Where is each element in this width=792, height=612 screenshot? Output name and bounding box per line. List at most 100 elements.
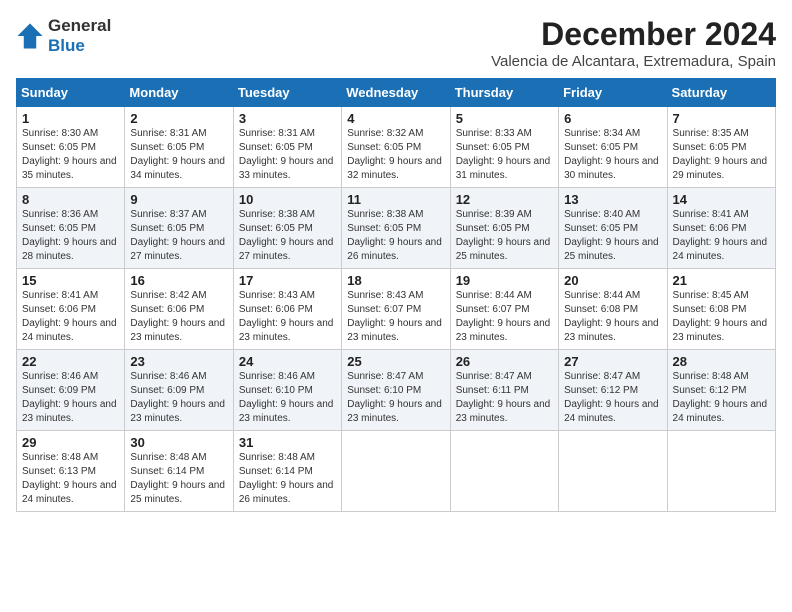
day-number: 5 <box>456 111 553 126</box>
day-info: Sunrise: 8:48 AMSunset: 6:13 PMDaylight:… <box>22 452 117 505</box>
day-number: 2 <box>130 111 227 126</box>
day-number: 18 <box>347 273 444 288</box>
day-info: Sunrise: 8:38 AMSunset: 6:05 PMDaylight:… <box>239 209 334 262</box>
day-number: 3 <box>239 111 336 126</box>
week-row-1: 1 Sunrise: 8:30 AMSunset: 6:05 PMDaylight… <box>17 107 776 188</box>
day-cell-17: 17 Sunrise: 8:43 AMSunset: 6:06 PMDayligh… <box>233 269 341 350</box>
header-saturday: Saturday <box>667 79 775 107</box>
day-info: Sunrise: 8:48 AMSunset: 6:14 PMDaylight:… <box>130 452 225 505</box>
day-cell-12: 12 Sunrise: 8:39 AMSunset: 6:05 PMDayligh… <box>450 188 558 269</box>
day-cell-9: 9 Sunrise: 8:37 AMSunset: 6:05 PMDaylight… <box>125 188 233 269</box>
day-cell-24: 24 Sunrise: 8:46 AMSunset: 6:10 PMDayligh… <box>233 350 341 431</box>
day-number: 1 <box>22 111 119 126</box>
empty-cell <box>667 431 775 512</box>
day-info: Sunrise: 8:34 AMSunset: 6:05 PMDaylight:… <box>564 128 659 181</box>
logo: General Blue <box>16 16 111 55</box>
day-cell-21: 21 Sunrise: 8:45 AMSunset: 6:08 PMDayligh… <box>667 269 775 350</box>
day-cell-7: 7Sunrise: 8:35 AMSunset: 6:05 PMDaylight… <box>667 107 775 188</box>
day-cell-15: 15Sunrise: 8:41 AMSunset: 6:06 PMDayligh… <box>17 269 125 350</box>
day-info: Sunrise: 8:39 AMSunset: 6:05 PMDaylight:… <box>456 209 551 262</box>
week-row-5: 29 Sunrise: 8:48 AMSunset: 6:13 PMDayligh… <box>17 431 776 512</box>
calendar-table: Sunday Monday Tuesday Wednesday Thursday… <box>16 78 776 512</box>
day-info: Sunrise: 8:42 AMSunset: 6:06 PMDaylight:… <box>130 290 225 343</box>
day-number: 9 <box>130 192 227 207</box>
weekday-header-row: Sunday Monday Tuesday Wednesday Thursday… <box>17 79 776 107</box>
day-cell-29: 29 Sunrise: 8:48 AMSunset: 6:13 PMDayligh… <box>17 431 125 512</box>
day-number: 10 <box>239 192 336 207</box>
empty-cell <box>342 431 450 512</box>
day-info: Sunrise: 8:37 AMSunset: 6:05 PMDaylight:… <box>130 209 225 262</box>
day-cell-20: 20Sunrise: 8:44 AMSunset: 6:08 PMDayligh… <box>559 269 667 350</box>
day-number: 21 <box>673 273 770 288</box>
day-number: 29 <box>22 435 119 450</box>
day-cell-23: 23 Sunrise: 8:46 AMSunset: 6:09 PMDayligh… <box>125 350 233 431</box>
day-number: 24 <box>239 354 336 369</box>
day-number: 13 <box>564 192 661 207</box>
day-info: Sunrise: 8:46 AMSunset: 6:09 PMDaylight:… <box>22 371 117 424</box>
header-wednesday: Wednesday <box>342 79 450 107</box>
day-number: 27 <box>564 354 661 369</box>
day-info: Sunrise: 8:43 AMSunset: 6:07 PMDaylight:… <box>347 290 442 343</box>
day-cell-3: 3 Sunrise: 8:31 AMSunset: 6:05 PMDaylight… <box>233 107 341 188</box>
day-info: Sunrise: 8:41 AMSunset: 6:06 PMDaylight:… <box>673 209 768 262</box>
day-cell-5: 5 Sunrise: 8:33 AMSunset: 6:05 PMDaylight… <box>450 107 558 188</box>
day-info: Sunrise: 8:46 AMSunset: 6:10 PMDaylight:… <box>239 371 334 424</box>
day-number: 14 <box>673 192 770 207</box>
day-info: Sunrise: 8:30 AMSunset: 6:05 PMDaylight:… <box>22 128 117 181</box>
day-cell-16: 16Sunrise: 8:42 AMSunset: 6:06 PMDayligh… <box>125 269 233 350</box>
empty-cell <box>450 431 558 512</box>
day-info: Sunrise: 8:38 AMSunset: 6:05 PMDaylight:… <box>347 209 442 262</box>
day-cell-11: 11 Sunrise: 8:38 AMSunset: 6:05 PMDayligh… <box>342 188 450 269</box>
day-number: 8 <box>22 192 119 207</box>
header-tuesday: Tuesday <box>233 79 341 107</box>
day-info: Sunrise: 8:47 AMSunset: 6:11 PMDaylight:… <box>456 371 551 424</box>
day-info: Sunrise: 8:45 AMSunset: 6:08 PMDaylight:… <box>673 290 768 343</box>
day-cell-14: 14 Sunrise: 8:41 AMSunset: 6:06 PMDayligh… <box>667 188 775 269</box>
day-cell-18: 18 Sunrise: 8:43 AMSunset: 6:07 PMDayligh… <box>342 269 450 350</box>
day-info: Sunrise: 8:33 AMSunset: 6:05 PMDaylight:… <box>456 128 551 181</box>
day-info: Sunrise: 8:47 AMSunset: 6:12 PMDaylight:… <box>564 371 659 424</box>
day-info: Sunrise: 8:48 AMSunset: 6:12 PMDaylight:… <box>673 371 768 424</box>
day-info: Sunrise: 8:32 AMSunset: 6:05 PMDaylight:… <box>347 128 442 181</box>
logo-icon <box>16 22 44 50</box>
day-number: 17 <box>239 273 336 288</box>
day-number: 4 <box>347 111 444 126</box>
day-cell-19: 19 Sunrise: 8:44 AMSunset: 6:07 PMDayligh… <box>450 269 558 350</box>
day-number: 22 <box>22 354 119 369</box>
title-area: December 2024 Valencia de Alcantara, Ext… <box>491 16 776 70</box>
day-cell-1: 1 Sunrise: 8:30 AMSunset: 6:05 PMDaylight… <box>17 107 125 188</box>
day-cell-10: 10 Sunrise: 8:38 AMSunset: 6:05 PMDayligh… <box>233 188 341 269</box>
day-info: Sunrise: 8:46 AMSunset: 6:09 PMDaylight:… <box>130 371 225 424</box>
day-info: Sunrise: 8:47 AMSunset: 6:10 PMDaylight:… <box>347 371 442 424</box>
day-info: Sunrise: 8:43 AMSunset: 6:06 PMDaylight:… <box>239 290 334 343</box>
day-number: 25 <box>347 354 444 369</box>
day-number: 19 <box>456 273 553 288</box>
day-number: 11 <box>347 192 444 207</box>
header-monday: Monday <box>125 79 233 107</box>
day-cell-25: 25 Sunrise: 8:47 AMSunset: 6:10 PMDayligh… <box>342 350 450 431</box>
week-row-3: 15Sunrise: 8:41 AMSunset: 6:06 PMDayligh… <box>17 269 776 350</box>
day-number: 7 <box>673 111 770 126</box>
week-row-4: 22 Sunrise: 8:46 AMSunset: 6:09 PMDayligh… <box>17 350 776 431</box>
day-info: Sunrise: 8:48 AMSunset: 6:14 PMDaylight:… <box>239 452 334 505</box>
day-cell-30: 30 Sunrise: 8:48 AMSunset: 6:14 PMDayligh… <box>125 431 233 512</box>
day-number: 26 <box>456 354 553 369</box>
day-cell-28: 28 Sunrise: 8:48 AMSunset: 6:12 PMDayligh… <box>667 350 775 431</box>
day-number: 6 <box>564 111 661 126</box>
day-cell-27: 27 Sunrise: 8:47 AMSunset: 6:12 PMDayligh… <box>559 350 667 431</box>
day-number: 20 <box>564 273 661 288</box>
day-info: Sunrise: 8:44 AMSunset: 6:07 PMDaylight:… <box>456 290 551 343</box>
day-cell-31: 31Sunrise: 8:48 AMSunset: 6:14 PMDayligh… <box>233 431 341 512</box>
day-cell-26: 26 Sunrise: 8:47 AMSunset: 6:11 PMDayligh… <box>450 350 558 431</box>
day-cell-6: 6 Sunrise: 8:34 AMSunset: 6:05 PMDaylight… <box>559 107 667 188</box>
week-row-2: 8 Sunrise: 8:36 AMSunset: 6:05 PMDaylight… <box>17 188 776 269</box>
day-cell-8: 8 Sunrise: 8:36 AMSunset: 6:05 PMDaylight… <box>17 188 125 269</box>
logo-general-text: General <box>48 16 111 36</box>
day-number: 30 <box>130 435 227 450</box>
day-number: 23 <box>130 354 227 369</box>
day-info: Sunrise: 8:36 AMSunset: 6:05 PMDaylight:… <box>22 209 117 262</box>
day-info: Sunrise: 8:31 AMSunset: 6:05 PMDaylight:… <box>239 128 334 181</box>
day-number: 12 <box>456 192 553 207</box>
day-cell-4: 4 Sunrise: 8:32 AMSunset: 6:05 PMDaylight… <box>342 107 450 188</box>
day-number: 28 <box>673 354 770 369</box>
